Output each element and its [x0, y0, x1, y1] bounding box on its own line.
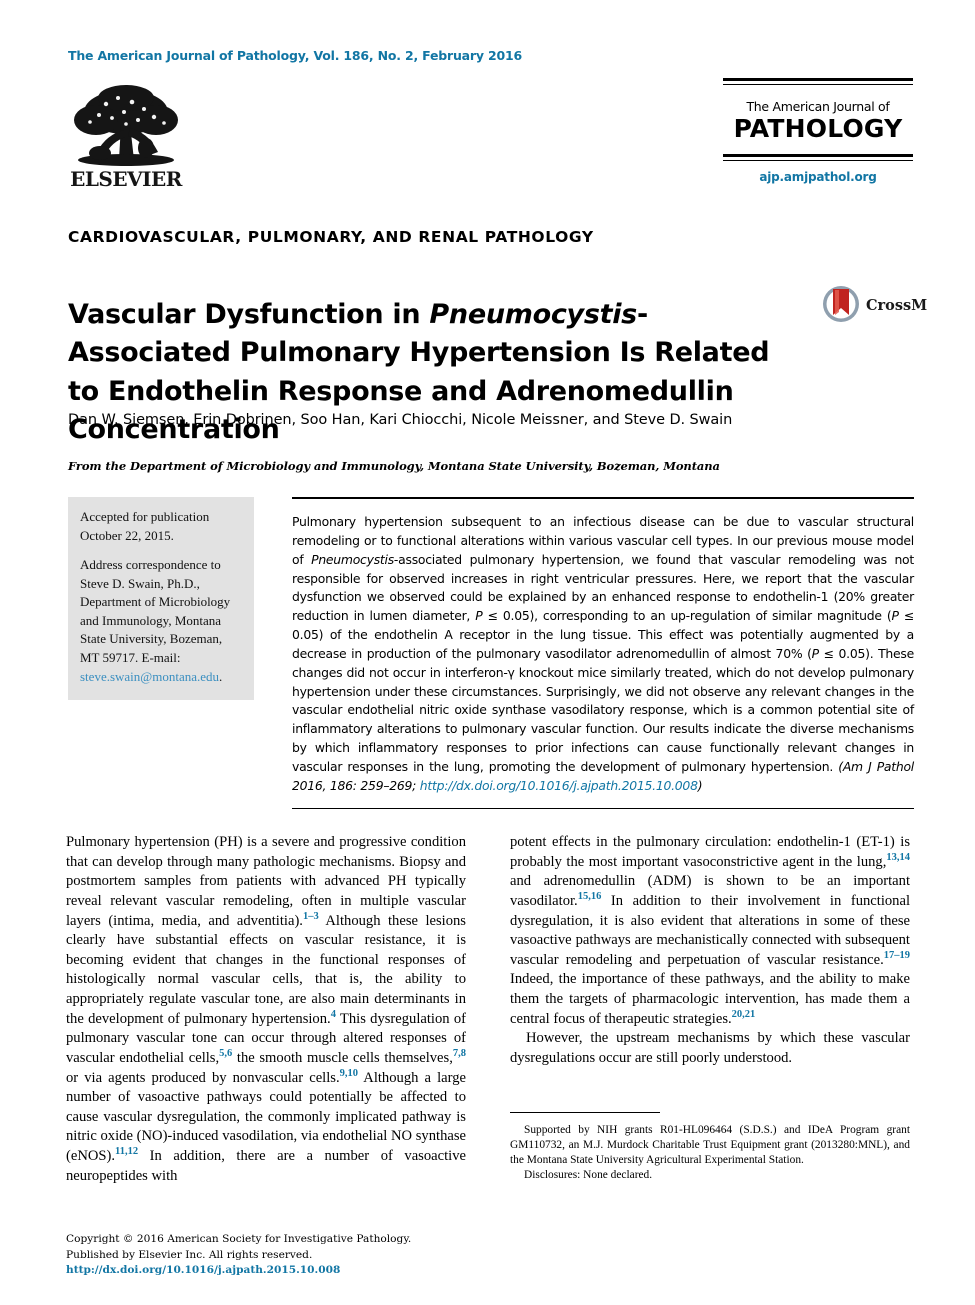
- elsevier-logo: ELSEVIER: [66, 82, 186, 194]
- masthead-title-main: PATHOLOGY: [733, 114, 903, 143]
- copyright-line-2: Published by Elsevier Inc. All rights re…: [66, 1248, 313, 1261]
- crossmark-label: CrossMark: [866, 297, 927, 314]
- reference-citation[interactable]: 11,12: [115, 1146, 138, 1157]
- footer-doi-link[interactable]: http://dx.doi.org/10.1016/j.ajpath.2015.…: [66, 1263, 496, 1279]
- title-italic-genus: Pneumocystis: [429, 299, 637, 331]
- journal-masthead: The American Journal of PATHOLOGY ajp.am…: [723, 78, 913, 184]
- author-affiliation: From the Department of Microbiology and …: [68, 459, 720, 473]
- abstract-rule-bottom: [292, 807, 914, 809]
- body-paragraph: However, the upstream mechanisms by whic…: [510, 1029, 910, 1068]
- author-list: Dan W. Siemsen, Erin Dobrinen, Soo Han, …: [68, 412, 733, 428]
- publication-note-sidebar: Accepted for publication October 22, 201…: [68, 497, 254, 701]
- elsevier-wordmark: ELSEVIER: [70, 167, 183, 191]
- reference-citation[interactable]: 5,6: [219, 1048, 232, 1059]
- reference-citation[interactable]: 7,8: [453, 1048, 466, 1059]
- body-paragraph: Pulmonary hypertension (PH) is a severe …: [66, 833, 466, 1186]
- body-text: potent effects in the pulmonary circulat…: [510, 834, 910, 870]
- crossmark-badge[interactable]: CrossMark: [822, 285, 927, 325]
- copyright-footer: Copyright © 2016 American Society for In…: [66, 1232, 496, 1279]
- body-text: the smooth muscle cells themselves,: [232, 1049, 453, 1066]
- reference-citation[interactable]: 13,14: [886, 852, 910, 863]
- abstract-citation-close: ): [697, 777, 703, 793]
- body-text: or via agents produced by nonvascular ce…: [66, 1069, 340, 1086]
- section-heading: CARDIOVASCULAR, PULMONARY, AND RENAL PAT…: [68, 228, 594, 246]
- reference-citation[interactable]: 15,16: [578, 891, 602, 902]
- copyright-line-1: Copyright © 2016 American Society for In…: [66, 1233, 412, 1245]
- reference-citation[interactable]: 9,10: [340, 1068, 358, 1079]
- masthead-rule-top: [723, 78, 913, 85]
- abstract-seg-5: ≤ 0.05). These changes did not occur in …: [292, 645, 914, 774]
- abstract-italic-p-2: P: [891, 608, 899, 624]
- abstract-italic-p-3: P: [811, 645, 819, 661]
- body-text: Indeed, the importance of these pathways…: [510, 971, 910, 1027]
- masthead-rule-bottom: [723, 154, 913, 162]
- abstract-section: Pulmonary hypertension subsequent to an …: [292, 497, 914, 809]
- article-page: The American Journal of Pathology, Vol. …: [0, 0, 975, 1305]
- funding-footnote: Supported by NIH grants R01-HL096464 (S.…: [510, 1112, 910, 1183]
- abstract-doi-link[interactable]: http://dx.doi.org/10.1016/j.ajpath.2015.…: [420, 778, 698, 793]
- body-text: Although these lesions clearly have subs…: [66, 912, 466, 1027]
- body-column-left: Pulmonary hypertension (PH) is a severe …: [66, 833, 466, 1186]
- reference-citation[interactable]: 17–19: [884, 950, 910, 961]
- correspondence-block: Address correspondence to Steve D. Swain…: [80, 556, 240, 686]
- title-part-one: Vascular Dysfunction in: [68, 299, 430, 331]
- footnote-divider: [510, 1112, 660, 1113]
- correspondence-text: Address correspondence to Steve D. Swain…: [80, 557, 231, 666]
- body-column-right: potent effects in the pulmonary circulat…: [510, 833, 910, 1069]
- journal-website-link[interactable]: ajp.amjpathol.org: [723, 170, 913, 184]
- funding-statement: Supported by NIH grants R01-HL096464 (S.…: [510, 1124, 910, 1167]
- correspondence-period: .: [219, 668, 223, 684]
- reference-citation[interactable]: 1–3: [303, 911, 319, 922]
- abstract-italic-genus: Pneumocystis: [311, 551, 394, 567]
- accepted-date: Accepted for publication October 22, 201…: [80, 509, 210, 543]
- abstract-seg-3: ≤ 0.05), corresponding to an up-regulati…: [482, 608, 892, 624]
- body-paragraph: potent effects in the pulmonary circulat…: [510, 833, 910, 1029]
- abstract-rule-top: [292, 497, 914, 499]
- disclosures-statement: Disclosures: None declared.: [524, 1169, 653, 1182]
- journal-running-head: The American Journal of Pathology, Vol. …: [68, 48, 522, 63]
- abstract-text: Pulmonary hypertension subsequent to an …: [292, 513, 914, 796]
- masthead-title-small: The American Journal of: [746, 99, 890, 114]
- reference-citation[interactable]: 20,21: [732, 1009, 756, 1020]
- body-text: However, the upstream mechanisms by whic…: [510, 1030, 910, 1066]
- correspondence-email-link[interactable]: steve.swain@montana.edu: [80, 669, 219, 684]
- abstract-italic-p-1: P: [475, 608, 483, 624]
